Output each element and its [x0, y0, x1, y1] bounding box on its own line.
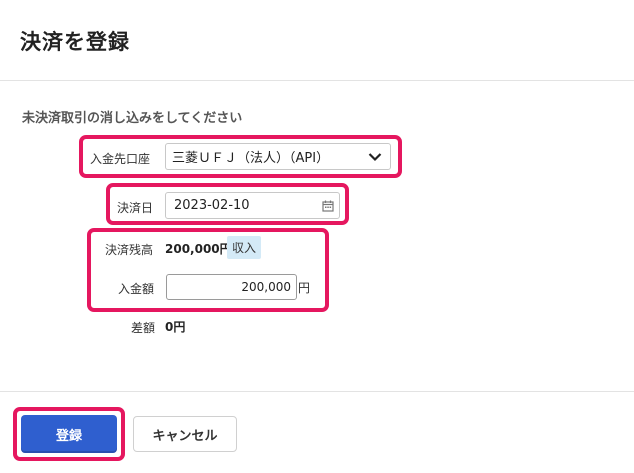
bank-account-value: 三菱ＵＦＪ（法人）（API） — [172, 151, 330, 166]
register-button[interactable]: 登録 — [21, 415, 117, 453]
settlement-date-label: 決済日 — [117, 201, 154, 215]
difference-value: 0円 — [165, 320, 186, 334]
settlement-date-value: 2023-02-10 — [174, 198, 250, 213]
deposit-amount-input[interactable]: 200,000 — [166, 274, 297, 300]
balance-label: 決済残高 — [105, 243, 154, 257]
deposit-amount-label: 入金額 — [118, 282, 155, 296]
difference-label: 差額 — [131, 321, 156, 335]
settlement-dialog: 決済を登録 未決済取引の消し込みをしてください 入金先口座 三菱ＵＦＪ（法人）（… — [0, 0, 634, 473]
calendar-icon[interactable] — [317, 193, 339, 218]
cancel-button[interactable]: キャンセル — [133, 416, 237, 452]
settlement-date-input[interactable]: 2023-02-10 — [165, 192, 340, 219]
bank-account-select[interactable]: 三菱ＵＦＪ（法人）（API） — [165, 143, 391, 170]
chevron-down-icon — [360, 144, 390, 169]
header-divider — [0, 80, 634, 81]
deposit-amount-unit: 円 — [298, 281, 311, 295]
income-badge: 収入 — [227, 236, 262, 259]
dialog-title: 決済を登録 — [20, 30, 130, 54]
balance-value: 200,000円 — [165, 242, 232, 256]
instruction-text: 未決済取引の消し込みをしてください — [22, 111, 243, 126]
footer-divider — [0, 391, 634, 392]
bank-account-label: 入金先口座 — [90, 152, 151, 166]
